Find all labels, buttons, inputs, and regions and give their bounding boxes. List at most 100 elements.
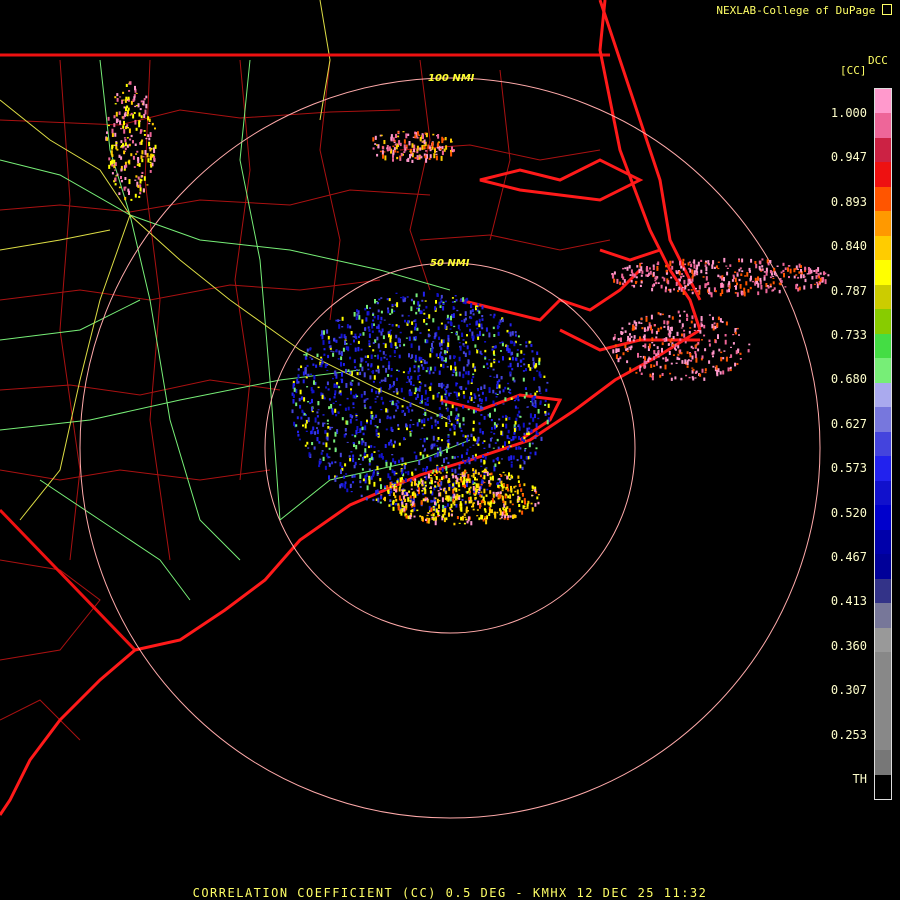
echo-pixel bbox=[359, 480, 362, 484]
echo-pixel bbox=[416, 509, 419, 512]
echo-pixel bbox=[629, 333, 631, 336]
echo-pixel bbox=[362, 457, 364, 461]
echo-pixel bbox=[474, 369, 477, 372]
echo-pixel bbox=[335, 400, 337, 402]
echo-pixel bbox=[657, 261, 660, 266]
echo-pixel bbox=[356, 395, 359, 398]
echo-pixel bbox=[782, 269, 785, 273]
echo-pixel bbox=[353, 464, 356, 469]
echo-pixel bbox=[412, 384, 415, 386]
echo-pixel bbox=[314, 431, 317, 435]
echo-pixel bbox=[765, 288, 768, 294]
echo-pixel bbox=[752, 280, 755, 283]
echo-pixel bbox=[486, 452, 489, 454]
echo-pixel bbox=[434, 148, 436, 153]
echo-pixel bbox=[514, 331, 517, 334]
echo-pixel bbox=[471, 308, 474, 313]
echo-pixel bbox=[481, 327, 484, 330]
echo-pixel bbox=[784, 286, 787, 288]
echo-pixel bbox=[638, 268, 641, 274]
legend-tick-label: 0.627 bbox=[830, 416, 867, 431]
echo-pixel bbox=[364, 442, 367, 447]
echo-pixel bbox=[437, 427, 440, 430]
echo-pixel bbox=[711, 352, 714, 354]
echo-pixel bbox=[734, 271, 737, 273]
echo-pixel bbox=[343, 334, 346, 338]
echo-pixel bbox=[739, 352, 742, 355]
echo-pixel bbox=[317, 421, 320, 425]
echo-pixel bbox=[374, 416, 377, 418]
echo-pixel bbox=[526, 506, 529, 509]
echo-pixel bbox=[510, 463, 513, 468]
echo-pixel bbox=[512, 514, 514, 519]
echo-pixel bbox=[424, 411, 427, 416]
echo-pixel bbox=[510, 397, 513, 400]
echo-pixel bbox=[396, 151, 399, 153]
echo-pixel bbox=[797, 276, 800, 279]
echo-pixel bbox=[470, 316, 473, 320]
echo-pixel bbox=[421, 419, 423, 424]
echo-pixel bbox=[717, 267, 720, 270]
echo-pixel bbox=[390, 342, 393, 347]
echo-pixel bbox=[491, 509, 493, 514]
echo-pixel bbox=[509, 340, 512, 344]
echo-pixel bbox=[721, 282, 723, 285]
echo-pixel bbox=[451, 455, 454, 459]
echo-pixel bbox=[634, 280, 637, 285]
echo-pixel bbox=[327, 462, 330, 464]
echo-pixel bbox=[398, 140, 401, 145]
echo-pixel bbox=[433, 443, 436, 447]
echo-pixel bbox=[135, 127, 138, 131]
echo-pixel bbox=[517, 335, 520, 338]
echo-pixel bbox=[480, 402, 483, 405]
echo-pixel bbox=[450, 365, 452, 371]
echo-pixel bbox=[133, 166, 136, 168]
echo-pixel bbox=[626, 360, 629, 364]
echo-pixel bbox=[333, 396, 336, 399]
echo-pixel bbox=[755, 263, 758, 269]
echo-pixel bbox=[458, 484, 461, 488]
echo-pixel bbox=[392, 137, 395, 142]
echo-pixel bbox=[714, 339, 717, 344]
echo-pixel bbox=[682, 267, 685, 271]
echo-pixel bbox=[301, 396, 303, 400]
echo-pixel bbox=[318, 464, 321, 468]
echo-pixel bbox=[435, 353, 438, 357]
radar-map[interactable] bbox=[0, 0, 900, 900]
echo-pixel bbox=[448, 483, 451, 488]
echo-pixel bbox=[143, 130, 146, 132]
echo-pixel bbox=[366, 485, 369, 491]
echo-pixel bbox=[423, 312, 426, 315]
echo-pixel bbox=[690, 359, 693, 362]
echo-pixel bbox=[427, 512, 430, 514]
echo-pixel bbox=[396, 369, 399, 371]
echo-pixel bbox=[458, 522, 461, 524]
echo-pixel bbox=[451, 373, 454, 377]
echo-pixel bbox=[730, 354, 733, 358]
echo-pixel bbox=[696, 290, 699, 292]
echo-pixel bbox=[115, 175, 118, 177]
echo-pixel bbox=[424, 384, 427, 387]
legend-swatch bbox=[875, 113, 891, 139]
echo-pixel bbox=[444, 357, 447, 362]
echo-pixel bbox=[529, 413, 532, 419]
echo-pixel bbox=[490, 472, 493, 476]
echo-pixel bbox=[520, 488, 523, 492]
echo-pixel bbox=[677, 353, 680, 356]
echo-pixel bbox=[767, 262, 770, 266]
echo-pixel bbox=[483, 416, 486, 420]
echo-pixel bbox=[629, 337, 631, 342]
echo-pixel bbox=[421, 427, 424, 429]
echo-pixel bbox=[401, 457, 404, 462]
echo-pixel bbox=[134, 119, 137, 125]
echo-pixel bbox=[373, 446, 376, 448]
echo-pixel bbox=[405, 514, 408, 519]
echo-pixel bbox=[726, 267, 729, 269]
echo-pixel bbox=[453, 355, 456, 359]
echo-pixel bbox=[383, 140, 386, 145]
echo-pixel bbox=[313, 380, 315, 385]
echo-pixel bbox=[653, 324, 656, 326]
echo-pixel bbox=[431, 141, 434, 147]
echo-pixel bbox=[478, 310, 481, 314]
echo-pixel bbox=[739, 284, 742, 289]
